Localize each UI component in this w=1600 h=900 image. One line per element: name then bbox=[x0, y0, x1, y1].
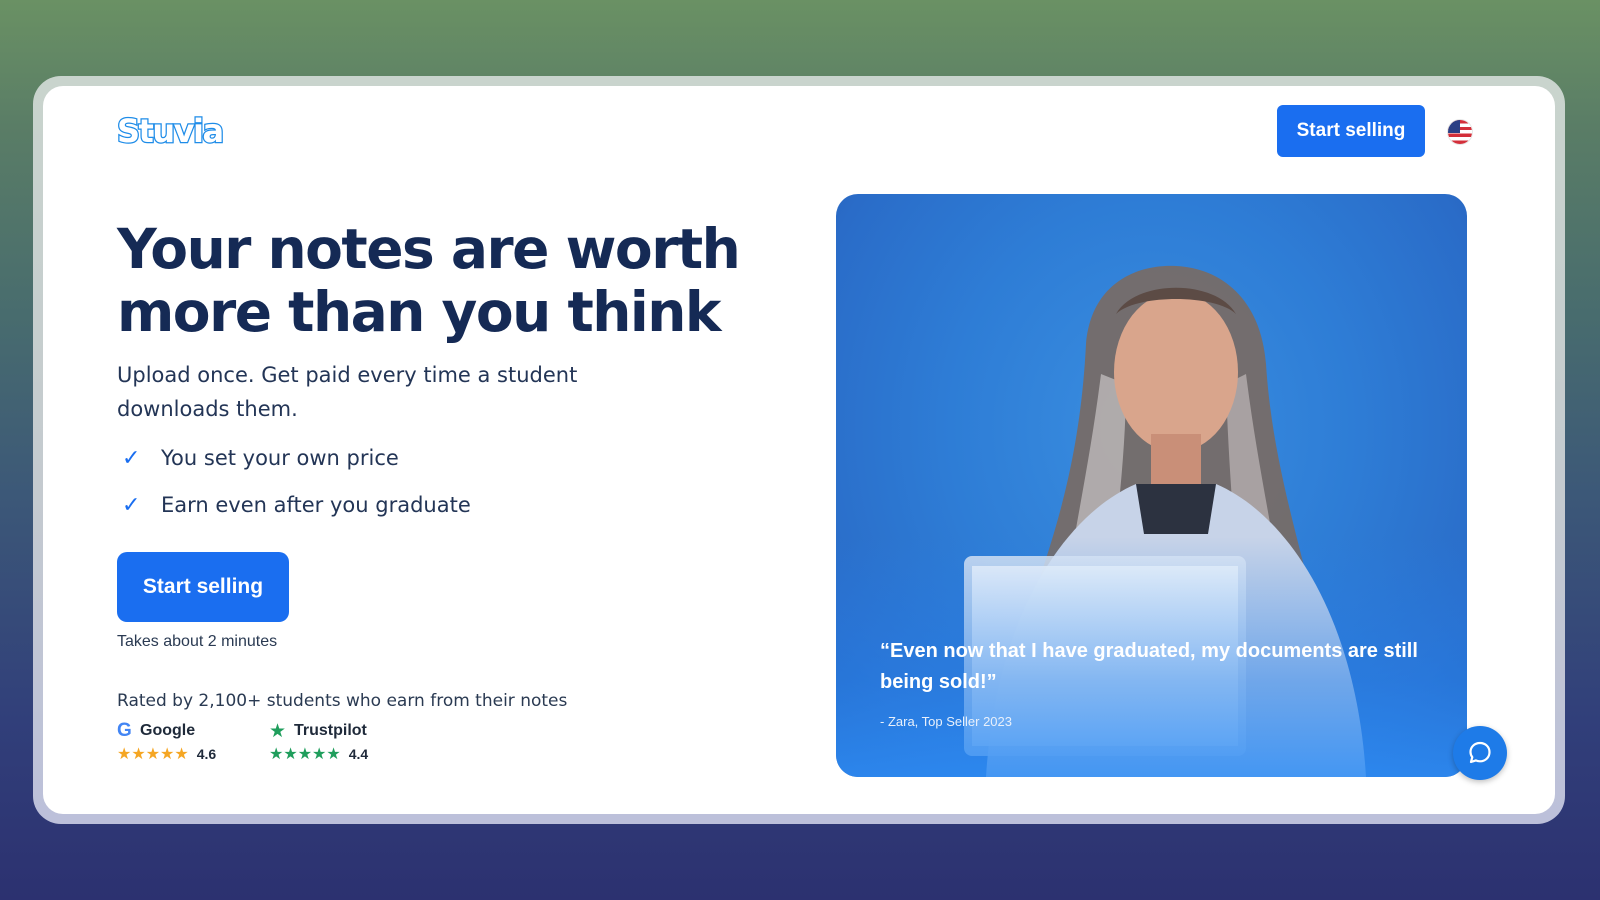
testimonial-attribution: - Zara, Top Seller 2023 bbox=[880, 714, 1012, 729]
hero-start-selling-button[interactable]: Start selling bbox=[117, 552, 289, 622]
benefit-list: ✓ You set your own price ✓ Earn even aft… bbox=[117, 440, 471, 534]
benefit-item: ✓ Earn even after you graduate bbox=[117, 487, 471, 523]
hero-headline: Your notes are worth more than you think bbox=[117, 217, 741, 344]
rating-source-name: Trustpilot bbox=[294, 722, 367, 739]
chat-button[interactable] bbox=[1453, 726, 1507, 780]
benefit-text: You set your own price bbox=[161, 446, 399, 470]
rating-score: 4.4 bbox=[348, 746, 369, 762]
trustpilot-rating[interactable]: ★ Trustpilot ★★★★★ 4.4 bbox=[269, 720, 368, 766]
browser-frame: Stuvia Start selling Your notes are wort… bbox=[33, 76, 1565, 824]
rated-text: Rated by 2,100+ students who earn from t… bbox=[117, 691, 568, 711]
trustpilot-star-icon: ★ bbox=[269, 720, 287, 742]
google-rating[interactable]: G Google ★★★★★ 4.6 bbox=[117, 720, 216, 766]
benefit-text: Earn even after you graduate bbox=[161, 493, 471, 517]
flag-canton bbox=[1448, 120, 1460, 133]
header-start-selling-button[interactable]: Start selling bbox=[1277, 105, 1425, 157]
check-icon: ✓ bbox=[122, 445, 141, 471]
cta-note: Takes about 2 minutes bbox=[117, 633, 278, 650]
star-rating: ★★★★★ bbox=[269, 746, 341, 763]
rating-score: 4.6 bbox=[196, 746, 217, 762]
hero-subline: Upload once. Get paid every time a stude… bbox=[117, 363, 578, 421]
check-icon: ✓ bbox=[122, 492, 141, 518]
testimonial-image: “Even now that I have graduated, my docu… bbox=[836, 194, 1467, 777]
testimonial-quote: “Even now that I have graduated, my docu… bbox=[880, 640, 1418, 693]
google-icon: G bbox=[117, 720, 132, 741]
landing-card: Stuvia Start selling Your notes are wort… bbox=[43, 86, 1555, 814]
rating-source-name: Google bbox=[140, 722, 196, 739]
stuvia-logo[interactable]: Stuvia bbox=[116, 111, 226, 152]
star-rating: ★★★★★ bbox=[117, 746, 189, 763]
chat-bubble-icon bbox=[1469, 741, 1491, 764]
benefit-item: ✓ You set your own price bbox=[117, 440, 471, 476]
us-flag-icon[interactable] bbox=[1448, 120, 1472, 144]
